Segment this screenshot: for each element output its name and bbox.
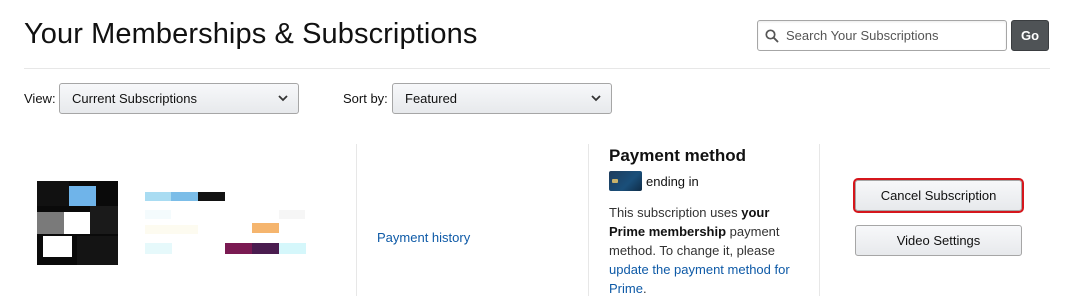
sort-label: Sort by: xyxy=(343,91,388,106)
payment-method-heading: Payment method xyxy=(609,146,746,165)
credit-card-icon xyxy=(609,171,642,191)
chevron-down-icon xyxy=(590,92,602,107)
column-divider xyxy=(356,144,357,296)
column-divider xyxy=(588,144,589,296)
cancel-subscription-button[interactable]: Cancel Subscription xyxy=(853,178,1024,213)
video-settings-button[interactable]: Video Settings xyxy=(855,225,1022,256)
search-box[interactable] xyxy=(757,20,1007,51)
payment-method-description: This subscription uses your Prime member… xyxy=(609,205,790,296)
update-payment-method-link[interactable]: update the payment method for Prime xyxy=(609,262,790,296)
search-input[interactable] xyxy=(786,28,1001,43)
column-divider xyxy=(819,144,820,296)
view-label: View: xyxy=(24,91,56,106)
payment-history-link[interactable]: Payment history xyxy=(377,230,470,245)
view-select-value: Current Subscriptions xyxy=(72,91,197,106)
search-icon xyxy=(758,28,786,43)
sort-select-value: Featured xyxy=(405,91,458,106)
card-ending-text: ending in xyxy=(646,174,699,189)
header-divider xyxy=(24,68,1050,69)
subscription-thumbnail-redacted[interactable] xyxy=(37,181,118,265)
chevron-down-icon xyxy=(277,92,289,107)
view-select[interactable]: Current Subscriptions xyxy=(59,83,299,114)
sort-select[interactable]: Featured xyxy=(392,83,612,114)
page-title: Your Memberships & Subscriptions xyxy=(24,18,478,50)
go-button[interactable]: Go xyxy=(1011,20,1049,51)
